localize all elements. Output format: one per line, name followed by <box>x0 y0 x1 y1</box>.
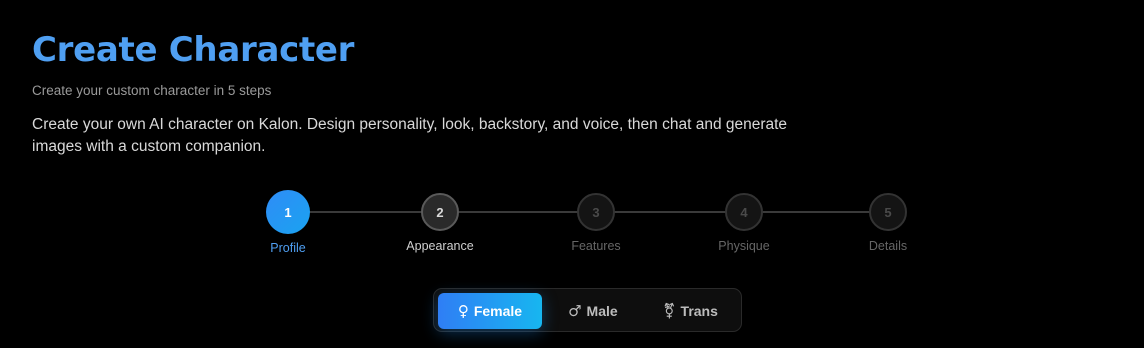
step-label: Appearance <box>406 239 474 253</box>
step-number: 5 <box>869 193 907 231</box>
gender-option-label: Male <box>586 303 618 319</box>
step-label: Details <box>868 239 908 253</box>
gender-option-male[interactable]: ♂ Male <box>544 293 642 329</box>
gender-option-label: Female <box>473 303 523 319</box>
female-icon: ♀ <box>457 302 469 320</box>
page-subtitle: Create your custom character in 5 steps <box>32 83 272 98</box>
step-features[interactable]: 3 Features <box>546 190 646 254</box>
step-number: 1 <box>266 190 310 234</box>
step-number: 4 <box>725 193 763 231</box>
step-progress: 1 Profile 2 Appearance 3 Features 4 Phys… <box>0 190 1144 260</box>
step-profile[interactable]: 1 Profile <box>238 190 338 256</box>
step-physique[interactable]: 4 Physique <box>694 190 794 254</box>
step-label: Profile <box>270 241 306 255</box>
step-number: 2 <box>421 193 459 231</box>
step-label: Physique <box>718 239 770 253</box>
page-description: Create your own AI character on Kalon. D… <box>32 116 788 155</box>
step-number: 3 <box>577 193 615 231</box>
gender-selector: ♀ Female ♂ Male ⚧ Trans <box>433 288 742 332</box>
male-icon: ♂ <box>568 302 582 320</box>
gender-option-label: Trans <box>680 303 718 319</box>
step-label: Features <box>571 239 621 253</box>
gender-option-trans[interactable]: ⚧ Trans <box>644 293 737 329</box>
step-details[interactable]: 5 Details <box>838 190 938 254</box>
transgender-icon: ⚧ <box>662 302 676 320</box>
page-title: Create Character <box>32 30 355 70</box>
step-appearance[interactable]: 2 Appearance <box>390 190 490 254</box>
gender-option-female[interactable]: ♀ Female <box>438 293 542 329</box>
